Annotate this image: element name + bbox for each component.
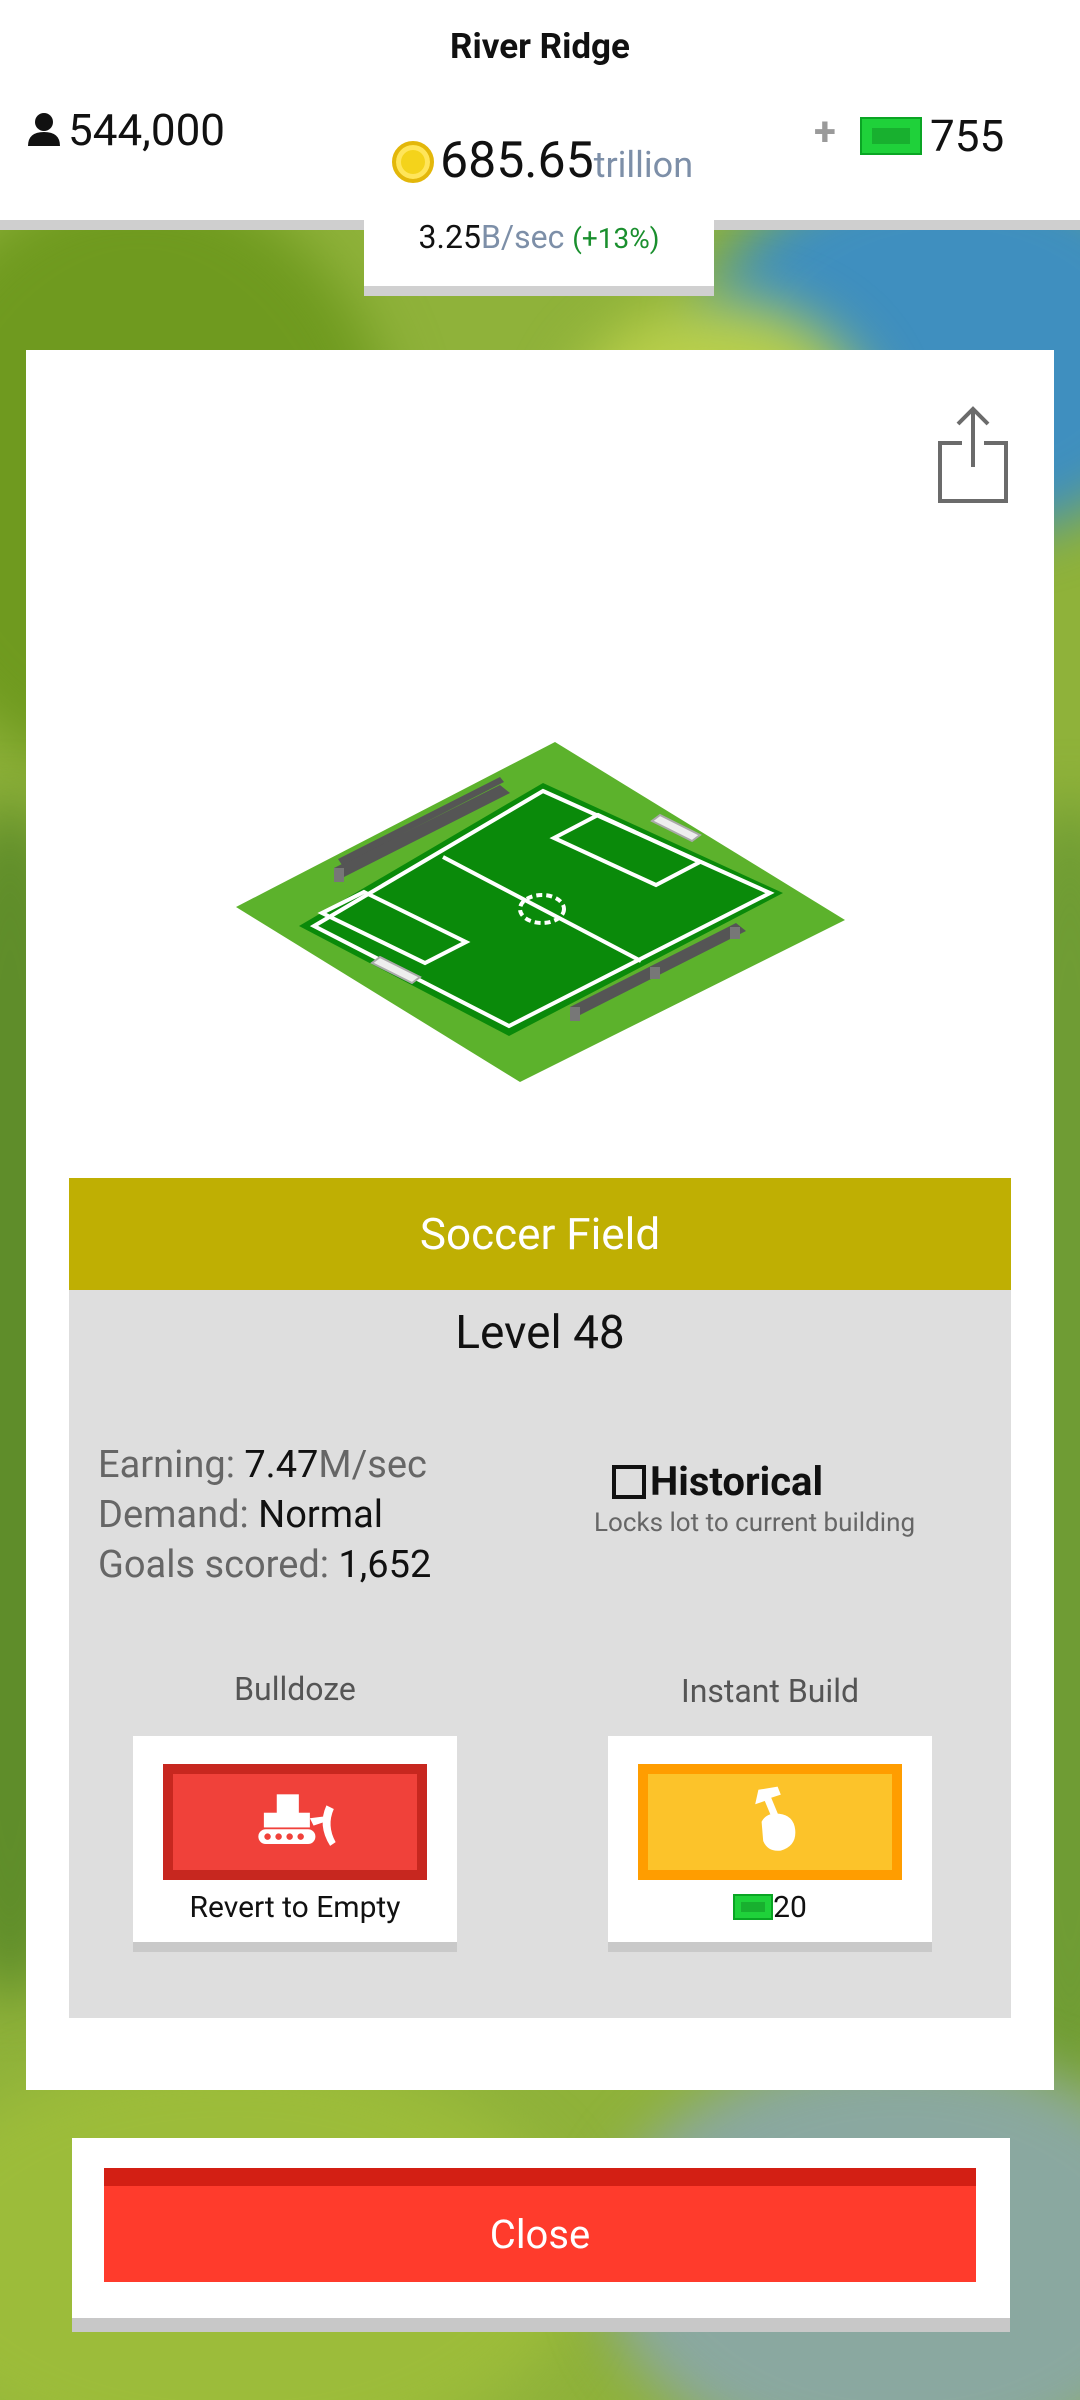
- bulldoze-button-face[interactable]: [163, 1764, 427, 1880]
- building-stats: Earning: 7.47M/sec Demand: Normal Goals …: [98, 1440, 431, 1590]
- bulldozer-icon: [258, 1794, 336, 1846]
- income-rate-shadow: [364, 286, 714, 296]
- cash-unit: trillion: [593, 144, 694, 186]
- buy-bucks-button[interactable]: +: [814, 108, 836, 155]
- coin-icon: [392, 141, 434, 183]
- instant-build-label: Instant Build: [680, 1672, 860, 1710]
- building-title-bar: Soccer Field: [69, 1178, 1011, 1290]
- rate-value: 3.25: [418, 218, 481, 256]
- bulldoze-button[interactable]: Revert to Empty: [133, 1736, 457, 1942]
- stat-goals-scored: Goals scored: 1,652: [98, 1543, 432, 1587]
- bulldoze-caption: Revert to Empty: [189, 1890, 401, 1925]
- instant-build-button[interactable]: 20: [608, 1736, 932, 1942]
- historical-toggle[interactable]: Historical: [612, 1458, 823, 1505]
- population-value: 544,000: [68, 104, 226, 156]
- bulldoze-label: Bulldoze: [234, 1670, 356, 1708]
- rate-unit: B/sec: [480, 218, 565, 256]
- hammer-hand-icon: [755, 1786, 796, 1851]
- income-rate: 3.25B/sec (+13%): [364, 218, 714, 256]
- population-display: 544,000: [26, 104, 225, 156]
- historical-note: Locks lot to current building: [594, 1508, 916, 1538]
- bulldoze-button-shadow: [133, 1942, 457, 1952]
- bucks-display[interactable]: 755: [860, 110, 1004, 162]
- cash-amount: 685.65: [440, 132, 594, 190]
- cash-display: 685.65 trillion: [392, 132, 693, 190]
- instant-build-button-face[interactable]: [638, 1764, 902, 1880]
- stat-earning: Earning: 7.47M/sec: [98, 1443, 427, 1487]
- instant-build-cost-value: 20: [773, 1890, 807, 1925]
- building-name: Soccer Field: [419, 1208, 661, 1260]
- stat-demand: Demand: Normal: [98, 1493, 384, 1537]
- historical-checkbox[interactable]: [612, 1464, 646, 1499]
- building-level: Level 48: [455, 1306, 625, 1360]
- person-icon: [28, 113, 60, 146]
- bucks-icon: [733, 1894, 774, 1920]
- historical-label: Historical: [650, 1458, 824, 1505]
- instant-build-button-shadow: [608, 1942, 932, 1952]
- close-button[interactable]: Close: [104, 2168, 976, 2282]
- city-name[interactable]: River Ridge: [0, 26, 1080, 67]
- share-icon[interactable]: [936, 405, 1010, 505]
- bucks-count: 755: [930, 110, 1005, 162]
- close-button-label: Close: [489, 2210, 591, 2258]
- rate-percent: (+13%): [572, 222, 660, 255]
- soccer-field-illustration: [236, 742, 845, 1082]
- close-card-shadow: [72, 2318, 1010, 2332]
- bucks-icon: [860, 117, 922, 155]
- instant-build-cost: 20: [608, 1890, 932, 1925]
